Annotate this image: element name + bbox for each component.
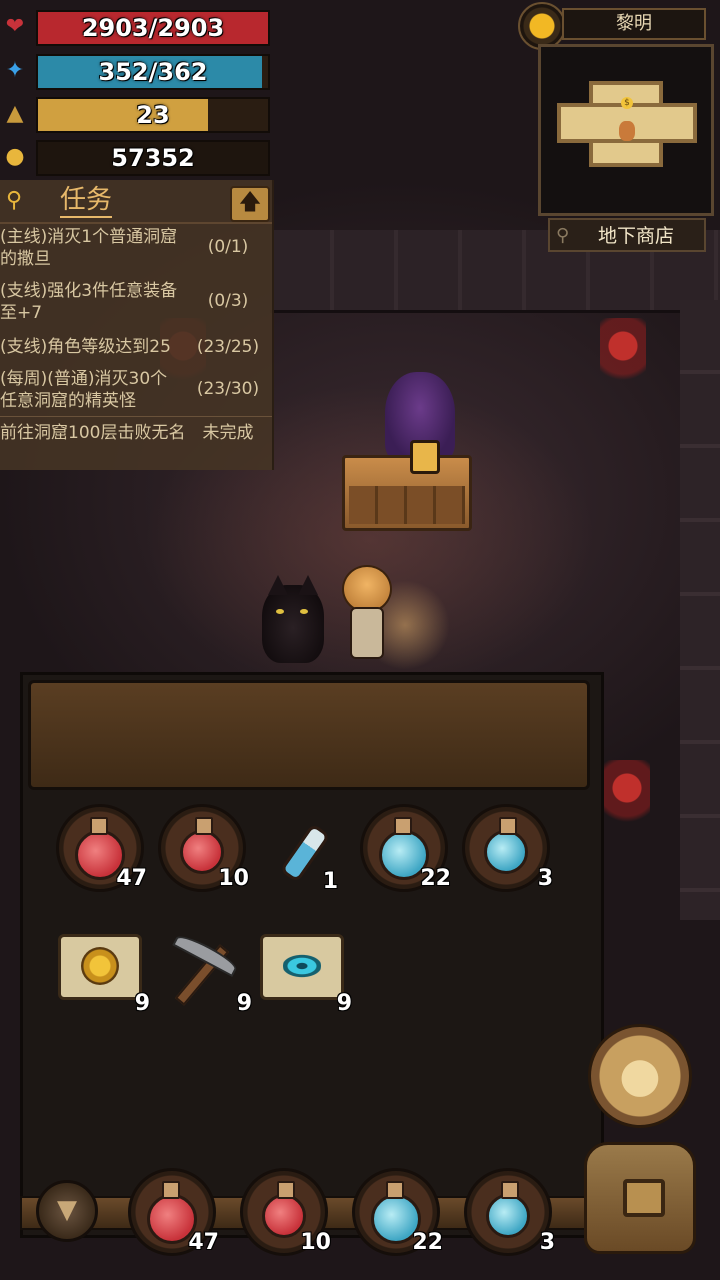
- quest-progress: (23/30): [196, 379, 260, 399]
- cat-eye: [276, 609, 284, 614]
- location-name: 地下商店: [598, 225, 675, 247]
- item-count: 10: [300, 1230, 331, 1255]
- gold-bar: 57352: [36, 140, 270, 176]
- quickbar-slot[interactable]: 22: [352, 1168, 443, 1256]
- inventory-slot[interactable]: 9: [56, 926, 150, 1016]
- zoom-icon[interactable]: ⚲: [556, 224, 580, 248]
- pickaxe-icon: [160, 930, 244, 1008]
- heart-icon: ❤: [5, 14, 25, 39]
- location-box[interactable]: ⚲ 地下商店: [548, 218, 706, 252]
- time-of-day: 黎明: [562, 8, 706, 40]
- inventory-slot[interactable]: 1: [258, 804, 346, 894]
- quest-item[interactable]: 前往洞窟100层击败无名 未完成: [0, 422, 272, 444]
- paw-button[interactable]: ●: [588, 1024, 692, 1128]
- quest-progress: (23/25): [196, 337, 260, 357]
- inventory-banner: [28, 680, 590, 790]
- player-body: [350, 607, 384, 659]
- backpack-button[interactable]: [584, 1142, 696, 1254]
- quest-text: 前往洞窟100层击败无名: [0, 423, 186, 443]
- sun-icon: [518, 2, 566, 50]
- quest-item[interactable]: (主线)消灭1个普通洞窟的撒旦 (0/1): [0, 226, 272, 270]
- inventory-slot[interactable]: 3: [462, 804, 553, 892]
- inventory-slot[interactable]: 10: [158, 804, 249, 892]
- quest-text: (支线)强化3件任意装备至+7: [0, 281, 178, 323]
- item-count: 47: [116, 866, 147, 891]
- lantern-icon: [410, 440, 440, 474]
- wall-torch: [600, 318, 646, 388]
- triangle-icon: ▲: [6, 101, 24, 126]
- search-icon[interactable]: ⚲: [6, 188, 32, 214]
- item-count: 22: [412, 1230, 443, 1255]
- inventory-slot[interactable]: 9: [258, 926, 352, 1016]
- backpack-buckle: [623, 1179, 665, 1217]
- player-character[interactable]: [338, 565, 392, 660]
- item-count: 10: [218, 866, 249, 891]
- item-count: 3: [539, 1230, 555, 1255]
- quest-progress: (0/1): [207, 237, 249, 257]
- wall-torch: [604, 760, 650, 830]
- mp-bar: 352/362: [36, 54, 270, 90]
- item-count: 47: [188, 1230, 219, 1255]
- hp-value: 2903/2903: [81, 14, 225, 42]
- level-value: 23: [136, 101, 170, 129]
- quest-progress: (0/3): [207, 291, 249, 311]
- quest-panel: ⚲ 任务 🡅 (主线)消灭1个普通洞窟的撒旦 (0/1) (支线)强化3件任意装…: [0, 180, 274, 470]
- player-head: [342, 565, 392, 613]
- blue-potion-icon: [484, 817, 528, 874]
- item-count: 9: [336, 991, 352, 1016]
- minimap[interactable]: $: [538, 44, 714, 216]
- quest-item[interactable]: (支线)强化3件任意装备至+7 (0/3): [0, 280, 272, 324]
- inventory-slot[interactable]: 9: [158, 926, 252, 1016]
- scroll-emblem: [283, 947, 321, 985]
- mp-value: 352/362: [98, 58, 208, 86]
- magic-wand-icon: ✦: [5, 58, 25, 83]
- level-bar: 23: [36, 97, 270, 133]
- cat-eye: [300, 609, 308, 614]
- quickbar-slot[interactable]: 10: [240, 1168, 331, 1256]
- collapse-up-button[interactable]: 🡅: [230, 186, 270, 222]
- item-count: 3: [537, 866, 553, 891]
- player-marker-icon: [619, 121, 635, 141]
- quickbar-slot[interactable]: 3: [464, 1168, 555, 1256]
- item-count: 9: [134, 991, 150, 1016]
- quickbar-slot[interactable]: 47: [128, 1168, 219, 1256]
- quest-item[interactable]: (每周)(普通)消灭30个任意洞窟的精英怪 (23/30): [0, 368, 272, 412]
- hp-bar: 2903/2903: [36, 10, 270, 46]
- item-count: 1: [322, 869, 338, 894]
- quest-item[interactable]: (支线)角色等级达到25 (23/25): [0, 336, 272, 358]
- shop-coin-icon: $: [621, 97, 633, 109]
- collapse-down-button[interactable]: ▼: [36, 1180, 98, 1242]
- inventory-slot[interactable]: 22: [360, 804, 451, 892]
- item-count: 9: [236, 991, 252, 1016]
- item-count: 22: [420, 866, 451, 891]
- gold-scroll-icon: [58, 934, 142, 1000]
- shop-counter[interactable]: [342, 455, 472, 531]
- pet-cat[interactable]: [262, 575, 324, 663]
- quest-text: (支线)角色等级达到25: [0, 337, 171, 357]
- quest-divider: [0, 416, 272, 417]
- scroll-emblem: [81, 947, 119, 985]
- quest-header: ⚲ 任务 🡅: [0, 180, 272, 224]
- quest-title[interactable]: 任务: [60, 184, 113, 218]
- gold-nugget-icon: ●: [5, 144, 25, 169]
- gold-value: 57352: [111, 144, 195, 172]
- quest-text: (每周)(普通)消灭30个任意洞窟的精英怪: [0, 369, 168, 411]
- blue-eye-scroll-icon: [260, 934, 344, 1000]
- dungeon-wall-right: [680, 300, 720, 920]
- inventory-slot[interactable]: 47: [56, 804, 147, 892]
- blue-potion-icon: [486, 1181, 530, 1238]
- quest-progress: 未完成: [202, 423, 254, 443]
- quest-text: (主线)消灭1个普通洞窟的撒旦: [0, 227, 178, 269]
